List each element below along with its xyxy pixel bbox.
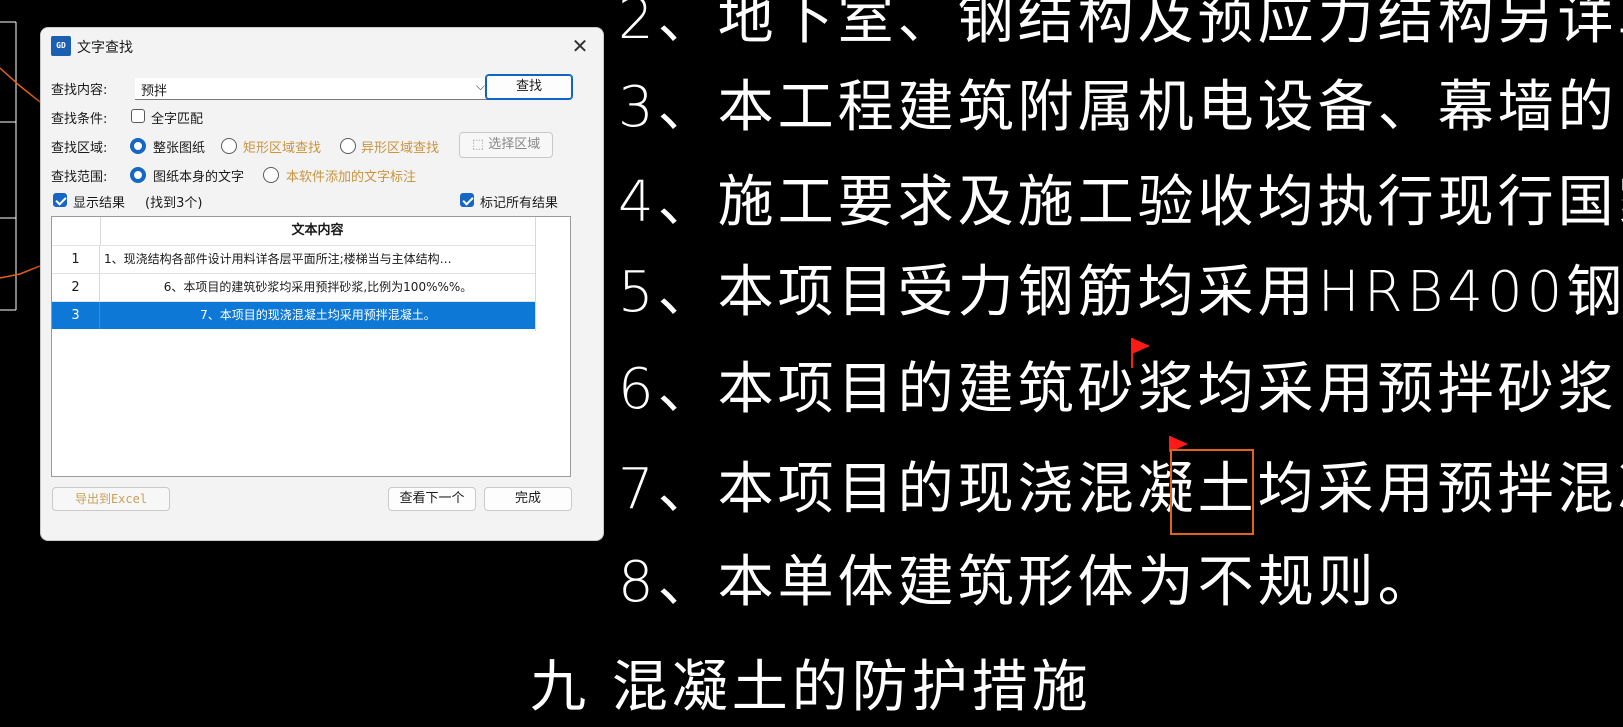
table-cell-text: 6、本项目的建筑砂浆均采用预拌砂浆,比例为100%%%。 bbox=[163, 280, 473, 294]
done-button[interactable]: 完成 bbox=[484, 487, 572, 511]
table-cell-index: 1 bbox=[52, 246, 100, 273]
mark-all-label: 标记所有结果 bbox=[480, 196, 559, 211]
region-option-whole-label: 整张图纸 bbox=[153, 141, 206, 156]
whole-word-checkbox[interactable] bbox=[131, 109, 145, 123]
search-input[interactable]: 预拌 ⌵ bbox=[135, 78, 491, 100]
table-cell-text: 1、现浇结构各部件设计用料详各层平面所注;楼梯当与主体结构… bbox=[104, 252, 452, 266]
close-button[interactable]: ✕ bbox=[565, 32, 595, 60]
search-label: 查找内容: bbox=[51, 83, 108, 98]
region-option-rect-label: 矩形区域查找 bbox=[243, 141, 322, 156]
drawing-text-line-5: 5、本项目受力钢筋均采用HRB400钢筋,比例为100 bbox=[618, 260, 1623, 325]
result-flag-icon bbox=[1132, 338, 1150, 354]
found-count-text: (找到3个) bbox=[145, 196, 203, 211]
table-header-text-content[interactable]: 文本内容 bbox=[100, 217, 536, 245]
drawing-heading-9: 九 混凝土的防护措施 bbox=[530, 655, 1092, 720]
mark-all-checkbox[interactable] bbox=[460, 193, 474, 207]
scope-option-annotation-label: 本软件添加的文字标注 bbox=[286, 170, 417, 185]
dialog-titlebar[interactable]: GD 文字查找 ✕ bbox=[41, 28, 603, 64]
table-header-index bbox=[52, 217, 101, 245]
scope-label: 查找范围: bbox=[51, 170, 108, 185]
table-row[interactable]: 2 6、本项目的建筑砂浆均采用预拌砂浆,比例为100%%%。 bbox=[52, 273, 535, 301]
table-cell-index: 2 bbox=[52, 274, 100, 301]
select-region-button[interactable]: ⬚ 选择区域 bbox=[459, 132, 553, 158]
drawing-text-line-2: 2、地下室、钢结构及预应力结构另详单项说明。 bbox=[618, 0, 1623, 52]
table-cell-text: 7、本项目的现浇混凝土均采用预拌混凝土。 bbox=[200, 308, 436, 322]
region-radio-whole[interactable] bbox=[130, 138, 146, 154]
chevron-down-icon[interactable]: ⌵ bbox=[476, 79, 485, 94]
drawing-text-line-3: 3、本工程建筑附属机电设备、幕墙的自身及与结构主体的 bbox=[618, 75, 1623, 140]
region-label: 查找区域: bbox=[51, 141, 108, 156]
results-table[interactable]: 文本内容 1 1、现浇结构各部件设计用料详各层平面所注;楼梯当与主体结构… 2 … bbox=[51, 216, 571, 477]
table-row-selected[interactable]: 3 7、本项目的现浇混凝土均采用预拌混凝土。 bbox=[52, 301, 535, 329]
view-next-button[interactable]: 查看下一个 bbox=[388, 487, 476, 511]
select-region-icon: ⬚ bbox=[471, 137, 485, 152]
drawing-left-frame bbox=[0, 21, 40, 311]
export-excel-button[interactable]: 导出到Excel bbox=[52, 487, 170, 511]
show-results-checkbox[interactable] bbox=[53, 193, 67, 207]
find-button[interactable]: 查找 bbox=[485, 74, 573, 100]
search-input-value: 预拌 bbox=[141, 84, 168, 99]
table-column-divider bbox=[535, 217, 536, 331]
dialog-title: 文字查找 bbox=[77, 40, 133, 56]
current-match-highlight bbox=[1170, 449, 1254, 535]
table-cell-index: 3 bbox=[52, 302, 100, 329]
scope-radio-annotation[interactable] bbox=[263, 167, 279, 183]
drawing-text-line-8: 8、本单体建筑形体为不规则。 bbox=[618, 550, 1438, 615]
drawing-text-line-4: 4、施工要求及施工验收均执行现行国家规范,标准,行业标 bbox=[618, 170, 1623, 235]
drawing-text-line-7: 7、本项目的现浇混凝土均采用预拌混凝土。 bbox=[618, 457, 1623, 522]
condition-label: 查找条件: bbox=[51, 112, 108, 127]
text-search-dialog: GD 文字查找 ✕ 查找内容: 预拌 ⌵ 查找 查找条件: 全字匹配 查找区域:… bbox=[40, 27, 604, 541]
table-row[interactable]: 1 1、现浇结构各部件设计用料详各层平面所注;楼梯当与主体结构… bbox=[52, 245, 535, 273]
region-radio-rect[interactable] bbox=[221, 138, 237, 154]
app-logo-icon: GD bbox=[51, 36, 71, 56]
whole-word-label: 全字匹配 bbox=[151, 112, 204, 127]
region-option-irregular-label: 异形区域查找 bbox=[361, 141, 440, 156]
show-results-label: 显示结果 bbox=[73, 196, 126, 211]
scope-option-drawing-text-label: 图纸本身的文字 bbox=[153, 170, 245, 185]
drawing-text-line-6: 6、本项目的建筑砂浆均采用预拌砂浆,比例为100%。 bbox=[618, 357, 1623, 422]
scope-radio-drawing-text[interactable] bbox=[130, 167, 146, 183]
region-radio-irregular[interactable] bbox=[340, 138, 356, 154]
select-region-label: 选择区域 bbox=[488, 137, 541, 152]
